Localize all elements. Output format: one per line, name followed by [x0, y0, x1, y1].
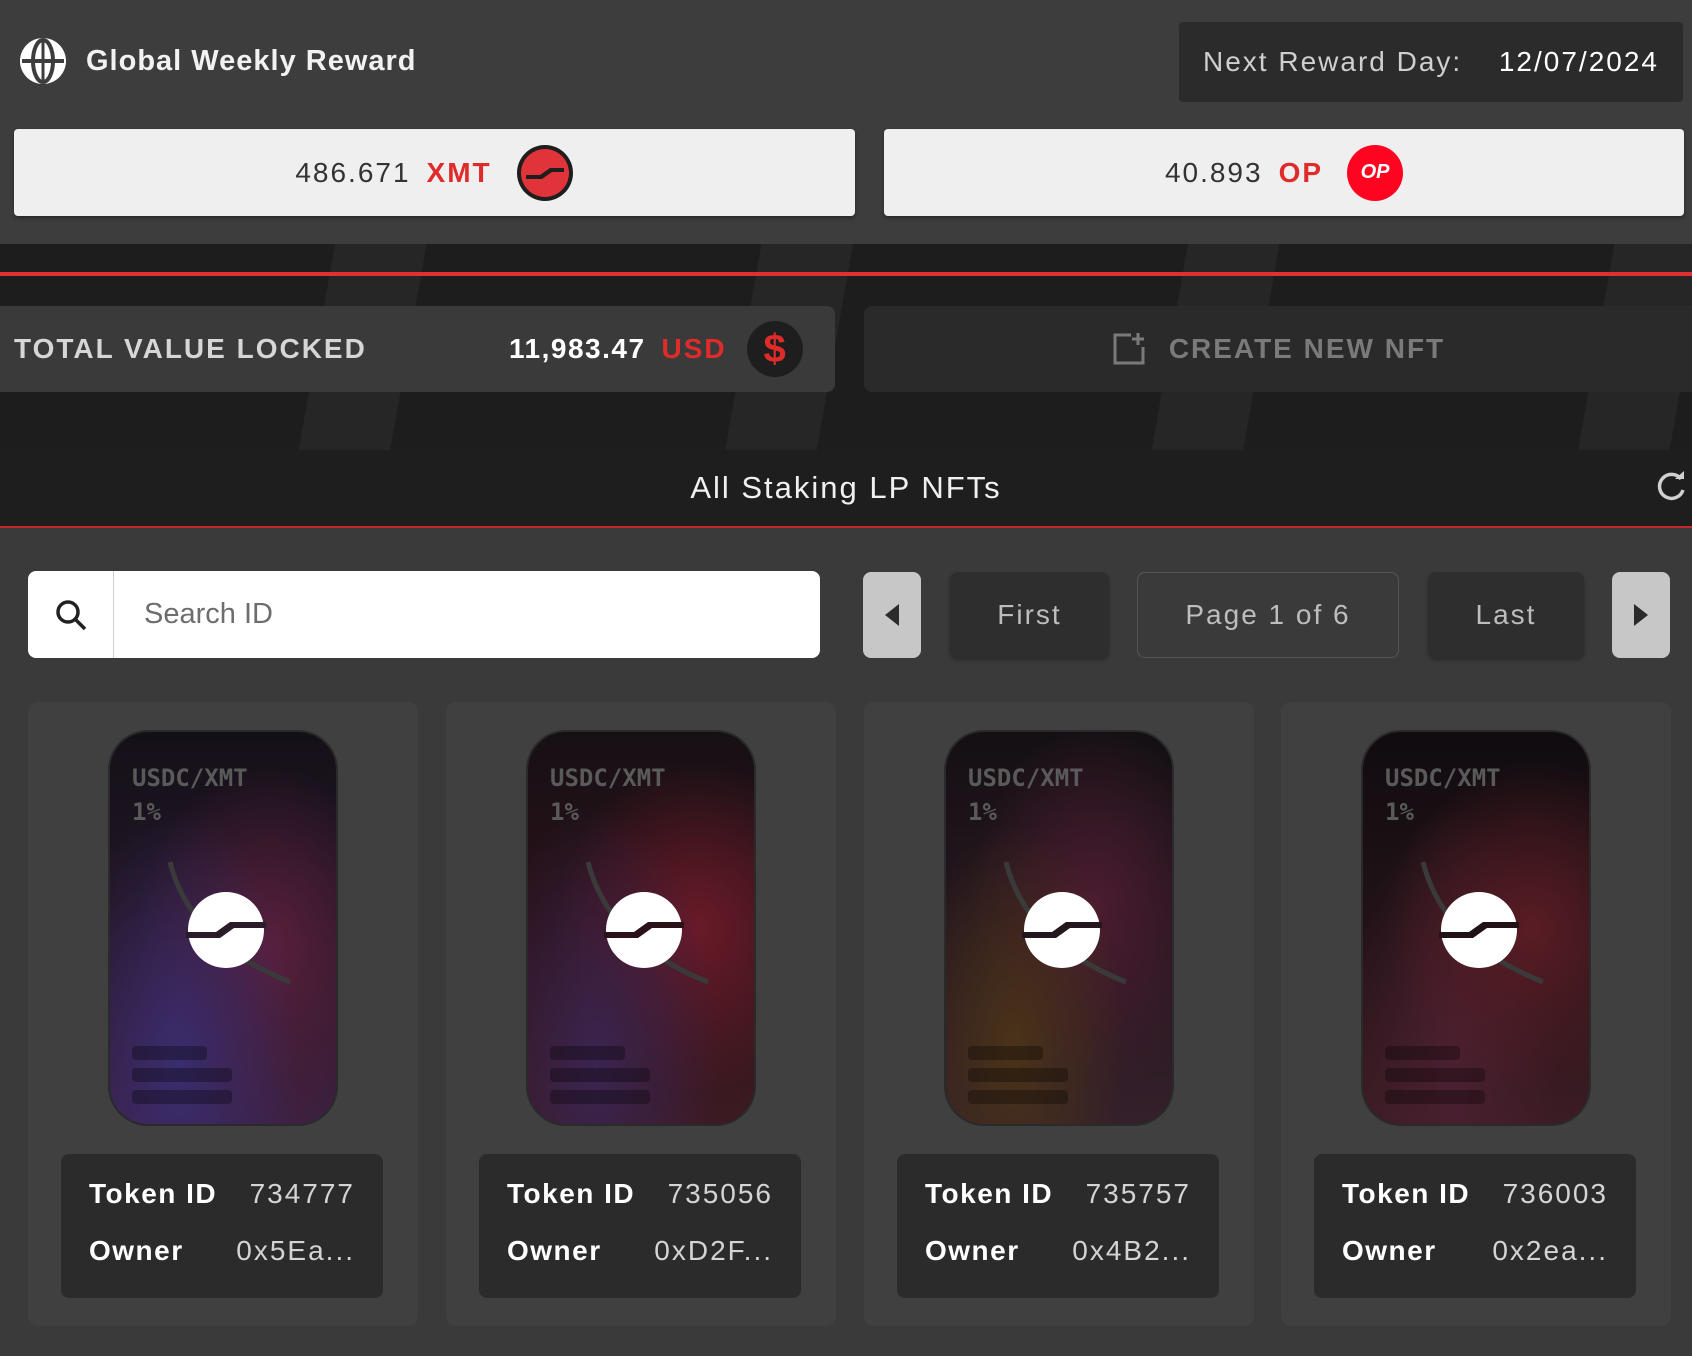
add-nft-icon — [1113, 333, 1145, 365]
last-page-button[interactable]: Last — [1428, 572, 1584, 658]
nft-fee-label: 1% — [132, 798, 161, 826]
next-reward-day: Next Reward Day: 12/07/2024 — [1179, 22, 1683, 102]
nft-details-lines — [550, 1038, 650, 1104]
xmt-reward-card: 486.671 XMT — [14, 129, 855, 216]
first-page-button[interactable]: First — [950, 572, 1109, 658]
owner-label: Owner — [507, 1235, 602, 1266]
token-id-label: Token ID — [89, 1178, 218, 1209]
nft-image: USDC/XMT 1% — [526, 730, 756, 1126]
reward-title: Global Weekly Reward — [86, 44, 417, 77]
nft-pair-label: USDC/XMT — [132, 764, 248, 792]
accent-divider — [0, 272, 1692, 276]
total-value-locked: TOTAL VALUE LOCKED 11,983.47 USD $ — [0, 306, 835, 392]
nft-card[interactable]: USDC/XMT 1% Token ID 736003 Owner 0x2ea... — [1281, 702, 1671, 1326]
nft-card[interactable]: USDC/XMT 1% Token ID 735056 Owner 0xD2F... — [446, 702, 836, 1326]
token-id-value: 735757 — [1085, 1178, 1191, 1209]
token-id-value: 736003 — [1502, 1178, 1608, 1209]
global-reward-section: Global Weekly Reward Next Reward Day: 12… — [0, 0, 1692, 244]
next-reward-date: 12/07/2024 — [1498, 46, 1659, 77]
owner-value: 0x4B2... — [1072, 1235, 1191, 1266]
op-reward-amount: 40.893 — [1164, 156, 1263, 188]
chevron-right-icon — [1634, 604, 1648, 626]
op-reward-symbol: OP — [1278, 156, 1324, 188]
token-info: Token ID 735056 Owner 0xD2F... — [479, 1154, 801, 1298]
prev-page-button[interactable] — [863, 572, 921, 658]
globe-icon — [20, 38, 66, 84]
owner-label: Owner — [89, 1235, 184, 1266]
search-box — [28, 571, 820, 658]
next-reward-label: Next Reward Day: — [1203, 46, 1463, 77]
xmt-reward-symbol: XMT — [426, 156, 492, 188]
xmt-coin-icon — [516, 144, 573, 201]
nft-fee-label: 1% — [968, 798, 997, 826]
token-id-label: Token ID — [507, 1178, 636, 1209]
nft-pair-label: USDC/XMT — [550, 764, 666, 792]
next-page-button[interactable] — [1612, 572, 1670, 658]
token-info: Token ID 735757 Owner 0x4B2... — [897, 1154, 1219, 1298]
create-new-nft-label: CREATE NEW NFT — [1168, 333, 1446, 364]
tvl-value: 11,983.47 — [509, 333, 646, 364]
op-reward-card: 40.893 OP OP — [884, 129, 1684, 216]
nft-card[interactable]: USDC/XMT 1% Token ID 735757 Owner 0x4B2... — [864, 702, 1254, 1326]
op-coin-icon: OP — [1347, 144, 1404, 201]
nft-card[interactable]: USDC/XMT 1% Token ID 734777 Owner 0x5Ea... — [28, 702, 418, 1326]
token-id-value: 735056 — [667, 1178, 773, 1209]
xmt-logo-icon — [604, 892, 684, 968]
nft-details-lines — [968, 1038, 1068, 1104]
page-indicator: Page 1 of 6 — [1137, 572, 1399, 658]
refresh-icon[interactable] — [1654, 470, 1688, 504]
tvl-unit: USD — [661, 333, 727, 364]
nft-list-header: All Staking LP NFTs — [0, 450, 1692, 528]
section-title: All Staking LP NFTs — [690, 470, 1002, 505]
chevron-left-icon — [885, 604, 899, 626]
token-info: Token ID 734777 Owner 0x5Ea... — [61, 1154, 383, 1298]
tvl-label: TOTAL VALUE LOCKED — [14, 333, 367, 364]
search-input[interactable] — [114, 571, 820, 658]
nft-pair-label: USDC/XMT — [968, 764, 1084, 792]
nft-image: USDC/XMT 1% — [1361, 730, 1591, 1126]
nft-image: USDC/XMT 1% — [944, 730, 1174, 1126]
nft-pair-label: USDC/XMT — [1385, 764, 1501, 792]
token-id-label: Token ID — [925, 1178, 1054, 1209]
owner-label: Owner — [925, 1235, 1020, 1266]
search-icon — [55, 599, 86, 630]
nft-details-lines — [1385, 1038, 1485, 1104]
xmt-logo-icon — [1022, 892, 1102, 968]
nft-details-lines — [132, 1038, 232, 1104]
owner-label: Owner — [1342, 1235, 1437, 1266]
nft-fee-label: 1% — [1385, 798, 1414, 826]
owner-value: 0xD2F... — [654, 1235, 773, 1266]
dollar-icon: $ — [746, 321, 803, 377]
token-id-label: Token ID — [1342, 1178, 1471, 1209]
token-id-value: 734777 — [249, 1178, 355, 1209]
owner-value: 0x2ea... — [1492, 1235, 1608, 1266]
token-info: Token ID 736003 Owner 0x2ea... — [1314, 1154, 1636, 1298]
nft-fee-label: 1% — [550, 798, 579, 826]
xmt-logo-icon — [1439, 892, 1519, 968]
reward-header: Global Weekly Reward — [18, 36, 417, 86]
xmt-reward-amount: 486.671 — [295, 156, 411, 188]
create-new-nft-button[interactable]: CREATE NEW NFT — [864, 306, 1692, 392]
owner-value: 0x5Ea... — [236, 1235, 355, 1266]
nft-image: USDC/XMT 1% — [108, 730, 338, 1126]
xmt-logo-icon — [186, 892, 266, 968]
search-button[interactable] — [28, 571, 114, 658]
